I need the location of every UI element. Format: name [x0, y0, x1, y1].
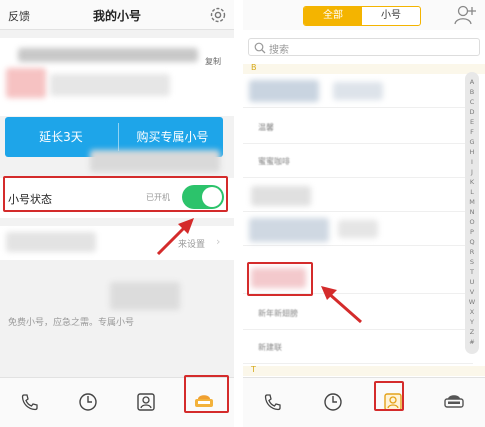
tab-bar — [243, 377, 485, 427]
index-letter[interactable]: N — [465, 208, 479, 216]
phone-icon — [21, 394, 38, 411]
alphabet-index[interactable]: A B C D E F G H I J K L M N O P Q R S T … — [465, 72, 479, 354]
phone-number-redacted — [18, 48, 198, 62]
tab-sub-number[interactable] — [423, 378, 485, 427]
index-letter[interactable]: # — [465, 338, 479, 346]
section-letter: T — [251, 365, 256, 374]
index-letter[interactable]: V — [465, 288, 479, 296]
index-letter[interactable]: S — [465, 258, 479, 266]
tab-recent[interactable] — [303, 378, 363, 427]
redacted-block — [249, 218, 329, 242]
redacted-block — [249, 80, 319, 102]
redacted-block — [6, 232, 96, 252]
highlight-box — [184, 375, 229, 413]
index-letter[interactable]: O — [465, 218, 479, 226]
copy-button[interactable]: 复制 — [205, 56, 221, 67]
contacts-screen: 全部 小号 搜索 B 温馨 蜜蜜咖啡 新年新翅膀 新建联 T A B C D E — [243, 0, 485, 427]
header-bar: 全部 小号 — [243, 0, 485, 30]
section-header-b: B — [243, 63, 485, 74]
phone-icon — [264, 394, 281, 411]
index-letter[interactable]: L — [465, 188, 479, 196]
index-letter[interactable]: G — [465, 138, 479, 146]
arrow-annotation — [321, 286, 362, 324]
search-icon — [254, 42, 266, 54]
highlight-box — [374, 381, 404, 411]
search-input[interactable]: 搜索 — [248, 38, 480, 56]
divider — [118, 123, 119, 151]
index-letter[interactable]: E — [465, 118, 479, 126]
contact-name: 新年新翅膀 — [258, 309, 298, 318]
list-item[interactable]: 新建联 — [243, 332, 473, 364]
list-item[interactable] — [243, 180, 473, 212]
tab-all[interactable]: 全部 — [304, 7, 362, 25]
redacted-block — [333, 82, 383, 100]
tab-calls[interactable] — [0, 378, 58, 427]
number-card: 复制 — [0, 38, 234, 116]
list-item[interactable] — [243, 214, 473, 246]
index-letter[interactable]: Z — [465, 328, 479, 336]
list-item[interactable]: 蜜蜜咖啡 — [243, 146, 473, 178]
index-letter[interactable]: X — [465, 308, 479, 316]
arrow-annotation — [156, 218, 194, 256]
index-letter[interactable]: P — [465, 228, 479, 236]
index-letter[interactable]: K — [465, 178, 479, 186]
index-letter[interactable]: D — [465, 108, 479, 116]
redacted-block — [6, 68, 46, 98]
contacts-icon — [137, 393, 155, 411]
clock-icon — [324, 393, 342, 411]
page-title: 我的小号 — [92, 9, 141, 23]
index-letter[interactable]: H — [465, 148, 479, 156]
contact-name: 蜜蜜咖啡 — [258, 157, 290, 166]
chevron-right-icon: › — [216, 235, 221, 248]
redacted-block — [90, 150, 220, 172]
section-header-t: T — [243, 365, 485, 376]
index-letter[interactable]: I — [465, 158, 479, 166]
redacted-block — [50, 74, 170, 96]
list-item[interactable]: 温馨 — [243, 112, 473, 144]
gear-icon[interactable] — [208, 5, 228, 29]
index-letter[interactable]: B — [465, 88, 479, 96]
search-placeholder: 搜索 — [269, 45, 289, 56]
mask-icon — [444, 395, 464, 408]
panel-gap — [234, 0, 243, 427]
highlight-box — [3, 176, 228, 212]
section-letter: B — [251, 63, 257, 72]
index-letter[interactable]: W — [465, 298, 479, 306]
segment-control: 全部 小号 — [303, 6, 421, 26]
index-letter[interactable]: A — [465, 78, 479, 86]
redacted-block — [110, 282, 180, 310]
free-number-note: 免费小号，应急之需。专属小号 — [8, 318, 135, 328]
clock-icon — [79, 393, 97, 411]
contact-name: 新建联 — [258, 343, 282, 352]
redacted-block — [338, 220, 378, 238]
redacted-block — [251, 186, 311, 206]
index-letter[interactable]: J — [465, 168, 479, 176]
index-letter[interactable]: C — [465, 98, 479, 106]
index-letter[interactable]: M — [465, 198, 479, 206]
tab-recent[interactable] — [58, 378, 116, 427]
tab-contacts[interactable] — [116, 378, 174, 427]
index-letter[interactable]: T — [465, 268, 479, 276]
header-bar: 反馈 我的小号 — [0, 0, 234, 30]
contact-name: 温馨 — [258, 123, 274, 132]
index-letter[interactable]: U — [465, 278, 479, 286]
tab-calls[interactable] — [243, 378, 303, 427]
tab-sub-number[interactable]: 小号 — [362, 7, 420, 25]
index-letter[interactable]: R — [465, 248, 479, 256]
list-item[interactable] — [243, 76, 473, 108]
add-user-icon[interactable] — [453, 4, 477, 30]
index-letter[interactable]: Q — [465, 238, 479, 246]
index-letter[interactable]: F — [465, 128, 479, 136]
sub-number-screen: 反馈 我的小号 复制 延长3天 购买专属小号 小号状态 已开机 来设置 › 免费… — [0, 0, 234, 427]
highlight-box — [247, 262, 313, 296]
index-letter[interactable]: Y — [465, 318, 479, 326]
